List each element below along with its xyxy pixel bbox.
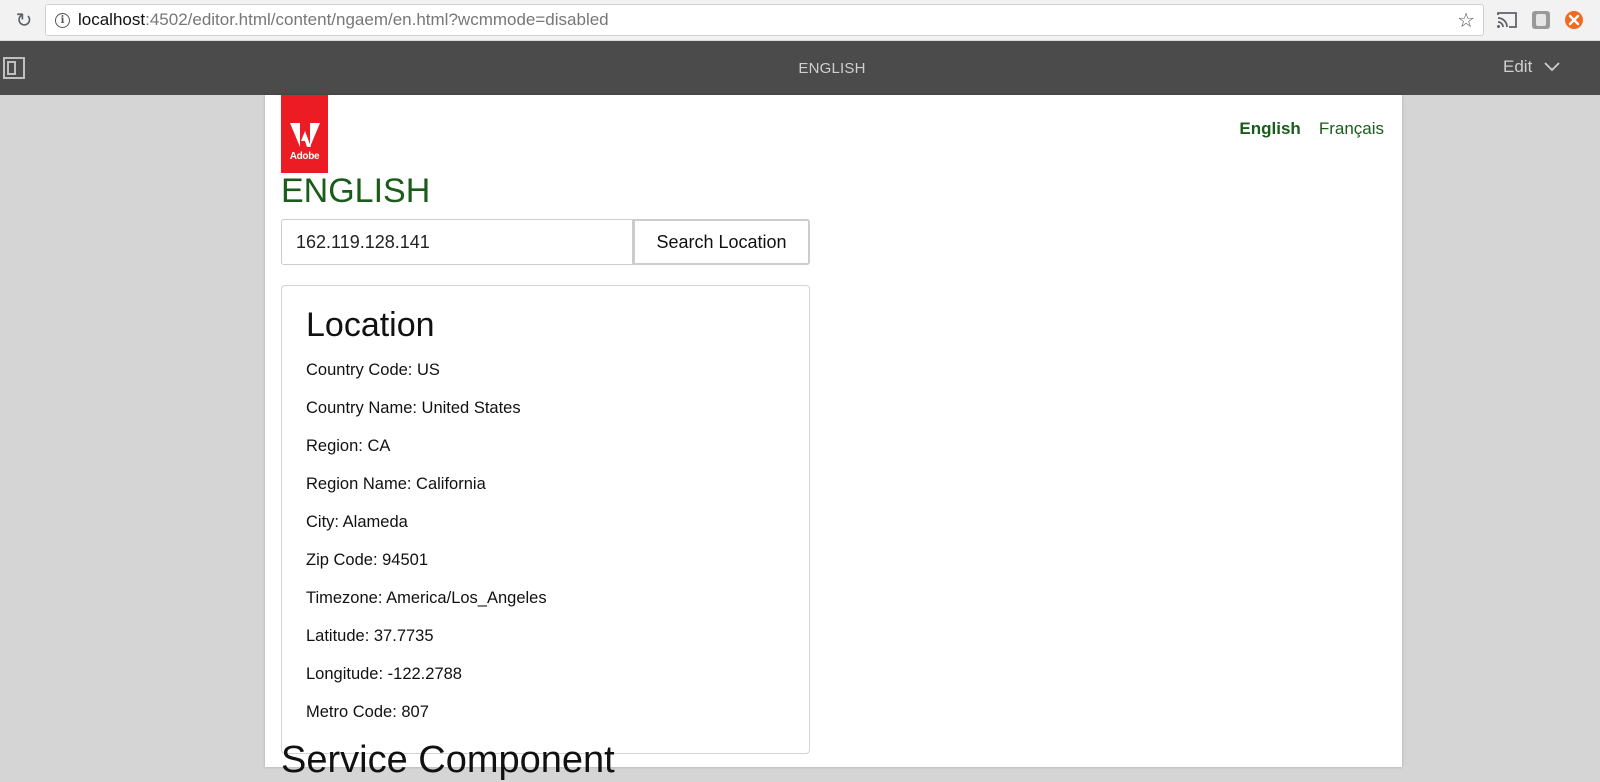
address-bar[interactable]: i localhost:4502/editor.html/content/nga… (45, 4, 1484, 36)
reload-icon[interactable]: ↻ (12, 8, 36, 32)
field-city: City: Alameda (306, 513, 408, 531)
url-path: :4502/editor.html/content/ngaem/en.html?… (145, 10, 609, 29)
star-icon[interactable]: ☆ (1457, 8, 1475, 33)
edit-mode-dropdown[interactable]: Edit (1503, 57, 1560, 77)
field-zip-code: Zip Code: 94501 (306, 551, 429, 569)
extension-orange-icon[interactable] (1563, 9, 1585, 31)
field-country-name: Country Name: United States (306, 399, 521, 417)
field-region-name: Region Name: California (306, 475, 486, 493)
adobe-logo-icon (290, 123, 320, 147)
extension-icon[interactable] (1530, 9, 1552, 31)
language-link-english[interactable]: English (1239, 119, 1300, 139)
field-latitude: Latitude: 37.7735 (306, 627, 434, 645)
search-location-button[interactable]: Search Location (633, 219, 810, 265)
ip-search-input[interactable] (281, 219, 633, 265)
browser-toolbar: ↻ i localhost:4502/editor.html/content/n… (0, 0, 1600, 41)
adobe-logo-text: Adobe (289, 151, 320, 162)
language-nav: English Français (1239, 119, 1384, 139)
editor-page-title: ENGLISH (798, 60, 866, 77)
adobe-logo[interactable]: Adobe (281, 95, 328, 173)
edit-mode-label: Edit (1503, 57, 1533, 76)
field-country-code: Country Code: US (306, 361, 440, 379)
field-metro-code: Metro Code: 807 (306, 703, 429, 721)
service-component-heading: Service Component (281, 739, 615, 781)
url-host: localhost (78, 10, 146, 29)
info-icon[interactable]: i (55, 12, 70, 28)
chevron-down-icon (1544, 62, 1560, 72)
page-content: Adobe English Français ENGLISH Search Lo… (265, 95, 1402, 781)
language-link-french[interactable]: Français (1319, 119, 1384, 139)
field-timezone: Timezone: America/Los_Angeles (306, 589, 547, 607)
location-card: Location Country Code: US Country Name: … (281, 285, 810, 754)
field-longitude: Longitude: -122.2788 (306, 665, 462, 683)
location-title: Location (306, 306, 435, 344)
url-text: localhost:4502/editor.html/content/ngaem… (78, 10, 609, 30)
editor-header: ENGLISH Edit (0, 41, 1600, 95)
cast-icon[interactable] (1496, 9, 1518, 31)
field-region: Region: CA (306, 437, 391, 455)
page-title: ENGLISH (281, 172, 431, 210)
location-fields: Country Code: US Country Name: United St… (306, 360, 547, 740)
